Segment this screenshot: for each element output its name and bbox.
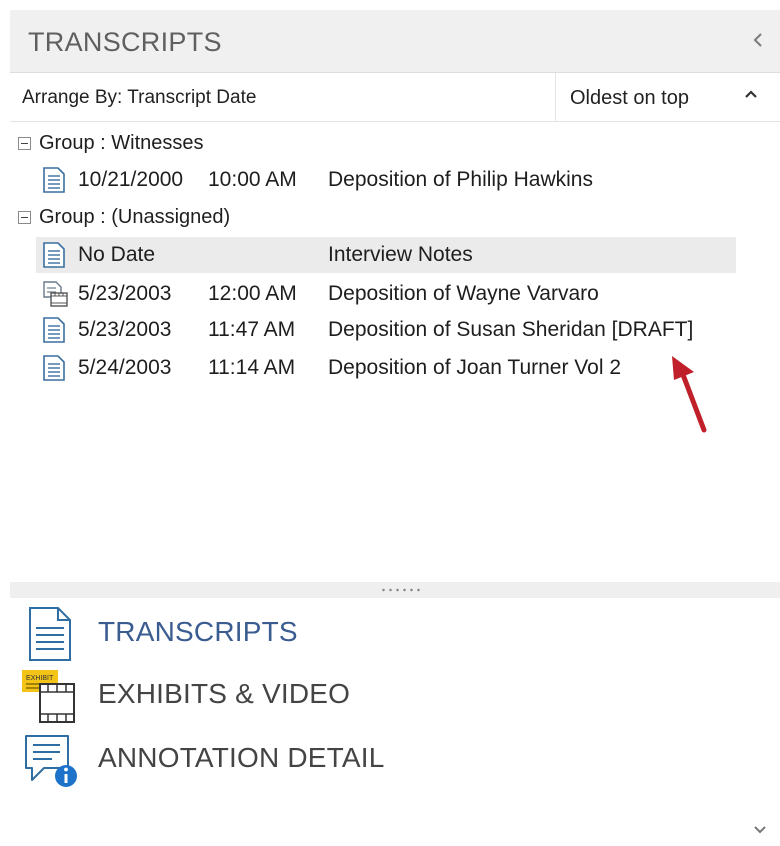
group-header-unassigned[interactable]: Group : (Unassigned) xyxy=(10,202,230,232)
arrange-bar: Arrange By: Transcript Date Oldest on to… xyxy=(10,73,780,122)
group-label: Group : Witnesses xyxy=(39,131,204,154)
transcript-title: Deposition of Wayne Varvaro xyxy=(328,282,599,305)
pane-splitter[interactable] xyxy=(10,582,780,598)
group-label: Group : (Unassigned) xyxy=(39,205,231,228)
transcript-row[interactable]: 5/24/2003 11:14 AM Deposition of Joan Tu… xyxy=(36,350,736,386)
transcript-time: 11:14 AM xyxy=(208,356,296,379)
annotation-detail-icon xyxy=(25,735,77,787)
transcript-time: 10:00 AM xyxy=(208,168,297,191)
panel-title: TRANSCRIPTS xyxy=(28,27,222,57)
collapse-group-icon[interactable] xyxy=(18,210,31,224)
transcript-row-selected[interactable]: No Date Interview Notes xyxy=(36,237,736,273)
exhibit-badge-text: EXHIBIT xyxy=(26,675,54,682)
transcript-title: Deposition of Philip Hawkins xyxy=(328,168,593,191)
video-transcript-icon xyxy=(43,281,68,307)
transcript-date: No Date xyxy=(78,243,156,266)
arrange-by-label[interactable]: Arrange By: Transcript Date xyxy=(22,87,256,109)
splitter-grip-icon[interactable] xyxy=(380,588,422,592)
transcript-row[interactable]: 10/21/2000 10:00 AM Deposition of Philip… xyxy=(36,162,736,198)
sort-order-label: Oldest on top xyxy=(570,87,689,109)
transcript-row[interactable]: 5/23/2003 12:00 AM Deposition of Wayne V… xyxy=(36,276,736,312)
transcript-date: 5/23/2003 xyxy=(78,282,172,305)
nav-label: ANNOTATION DETAIL xyxy=(98,742,385,773)
transcript-time: 12:00 AM xyxy=(208,282,297,305)
transcript-title: Interview Notes xyxy=(328,243,473,266)
caret-up-icon xyxy=(745,90,757,98)
transcript-title: Deposition of Joan Turner Vol 2 xyxy=(328,356,622,379)
collapse-group-icon[interactable] xyxy=(18,136,31,150)
transcript-date: 10/21/2000 xyxy=(78,168,184,191)
more-options-button[interactable] xyxy=(750,822,770,838)
chevron-left-icon xyxy=(753,33,762,47)
transcripts-icon xyxy=(29,607,71,661)
nav-annotation-detail[interactable]: ANNOTATION DETAIL xyxy=(12,728,512,787)
exhibits-video-icon: EXHIBIT xyxy=(22,670,75,723)
panel-header: TRANSCRIPTS xyxy=(10,10,780,73)
sort-order-toggle[interactable]: Oldest on top xyxy=(556,73,780,121)
nav-exhibits-video[interactable]: EXHIBIT EXHIBITS & VIDEO xyxy=(12,664,512,723)
transcript-icon xyxy=(43,355,65,381)
nav-label: EXHIBITS & VIDEO xyxy=(98,678,351,709)
transcript-icon xyxy=(43,317,65,343)
transcript-title: Deposition of Susan Sheridan [DRAFT] xyxy=(328,318,694,341)
chevron-down-icon xyxy=(754,826,766,834)
collapse-panel-button[interactable] xyxy=(748,28,768,52)
transcript-icon xyxy=(43,167,65,193)
nav-label: TRANSCRIPTS xyxy=(98,616,298,647)
transcript-date: 5/24/2003 xyxy=(78,356,172,379)
transcript-row[interactable]: 5/23/2003 11:47 AM Deposition of Susan S… xyxy=(36,312,736,348)
transcript-icon xyxy=(43,242,65,268)
red-arrow-annotation xyxy=(672,356,707,433)
nav-transcripts[interactable]: TRANSCRIPTS xyxy=(12,602,512,661)
transcript-date: 5/23/2003 xyxy=(78,318,172,341)
transcript-time: 11:47 AM xyxy=(208,318,296,341)
group-header-witnesses[interactable]: Group : Witnesses xyxy=(10,128,204,158)
